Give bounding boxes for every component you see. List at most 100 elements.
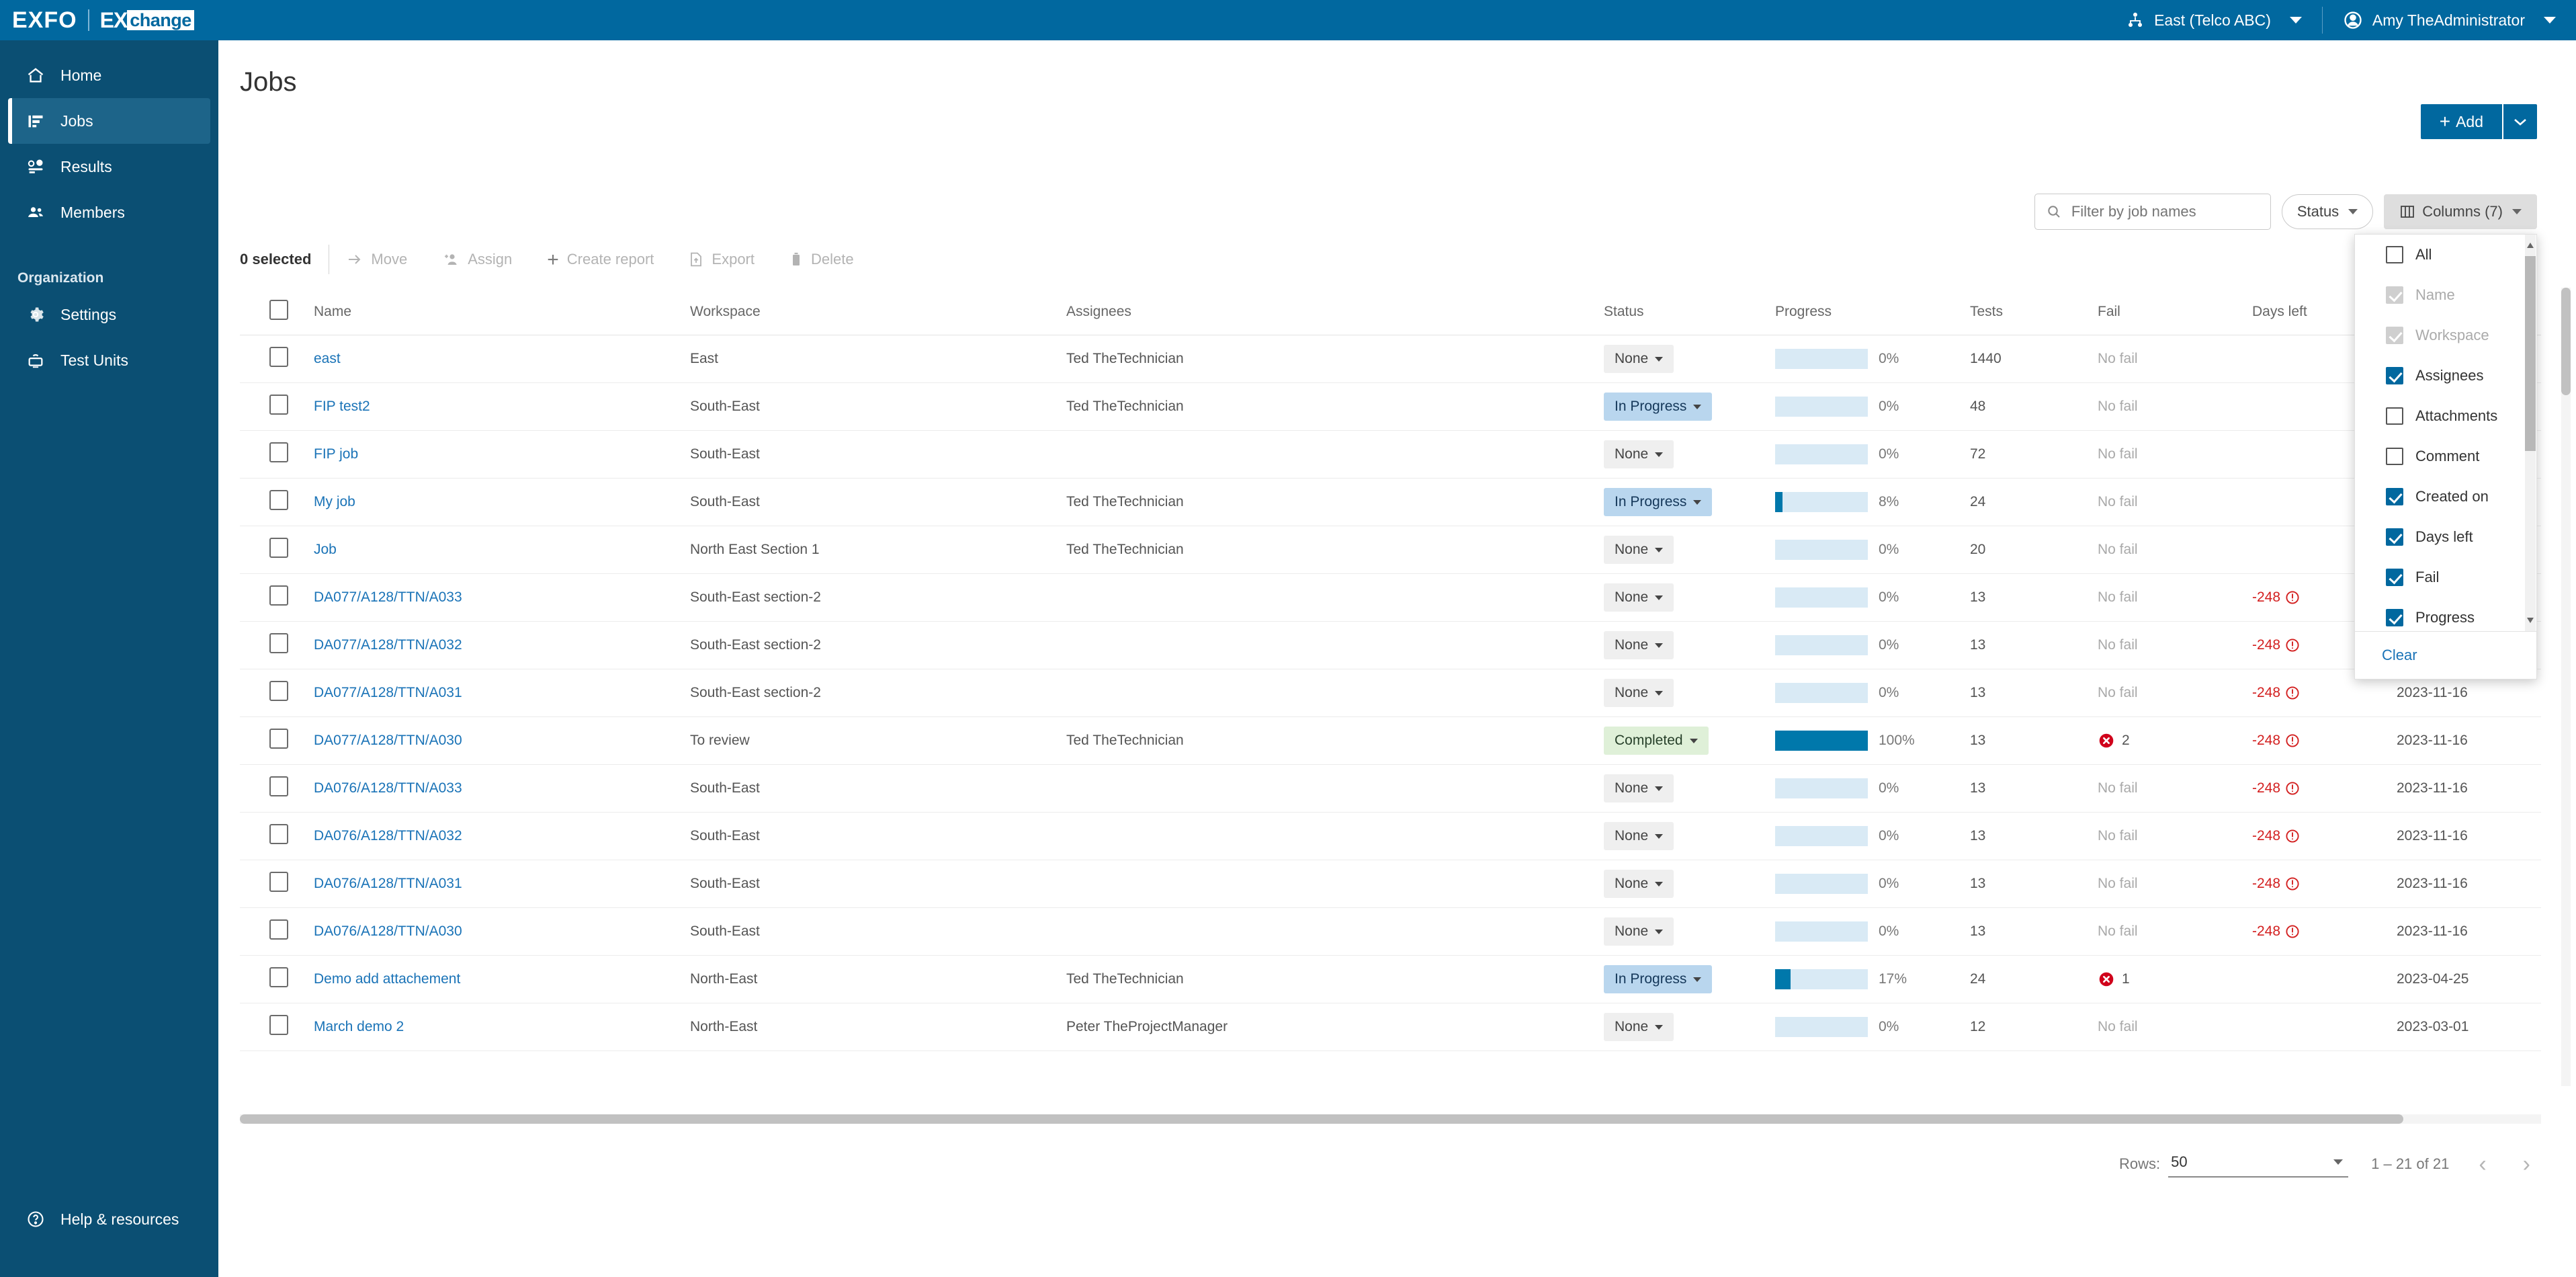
status-chip[interactable]: Completed: [1604, 727, 1709, 755]
columns-menu-item[interactable]: Attachments: [2355, 396, 2536, 436]
status-filter-button[interactable]: Status: [2281, 194, 2374, 229]
row-checkbox[interactable]: [269, 395, 288, 415]
status-chip[interactable]: In Progress: [1604, 393, 1713, 421]
job-name-link[interactable]: DA076/A128/TTN/A032: [314, 828, 462, 843]
status-chip[interactable]: None: [1604, 917, 1674, 946]
header-assignees[interactable]: Assignees: [1066, 289, 1604, 335]
sidebar-item-test-units[interactable]: Test Units: [8, 337, 210, 383]
header-progress[interactable]: Progress: [1775, 289, 1970, 335]
scroll-up-arrow-icon[interactable]: [2527, 243, 2534, 248]
sidebar-item-members[interactable]: Members: [8, 190, 210, 235]
job-name-link[interactable]: DA076/A128/TTN/A033: [314, 780, 462, 796]
status-chip[interactable]: None: [1604, 870, 1674, 898]
table-row[interactable]: DA076/A128/TTN/A033 South-East None 0% 13 No …: [240, 764, 2541, 813]
table-row[interactable]: FIP job South-East None 0% 72 No fail: [240, 430, 2541, 479]
columns-menu-checkbox[interactable]: [2386, 448, 2403, 465]
move-button[interactable]: Move: [329, 251, 425, 268]
job-name-link[interactable]: FIP test2: [314, 399, 370, 414]
table-vertical-scrollbar[interactable]: [2561, 288, 2571, 1086]
brand-logo[interactable]: EXFO EX change: [0, 7, 194, 34]
sidebar-item-results[interactable]: Results: [8, 144, 210, 190]
columns-menu-checkbox[interactable]: [2386, 609, 2403, 626]
job-name-link[interactable]: DA077/A128/TTN/A030: [314, 733, 462, 748]
job-name-link[interactable]: DA077/A128/TTN/A031: [314, 685, 462, 700]
sidebar-item-settings[interactable]: Settings: [8, 292, 210, 337]
row-checkbox[interactable]: [269, 1015, 288, 1035]
rows-per-page-select[interactable]: 50: [2168, 1151, 2349, 1178]
status-chip[interactable]: None: [1604, 822, 1674, 850]
status-chip[interactable]: None: [1604, 345, 1674, 373]
row-checkbox[interactable]: [269, 442, 288, 462]
header-status[interactable]: Status: [1604, 289, 1775, 335]
table-row[interactable]: DA077/A128/TTN/A033 South-East section-2 N…: [240, 573, 2541, 622]
job-name-link[interactable]: east: [314, 351, 341, 366]
columns-menu-item[interactable]: Fail: [2355, 557, 2536, 598]
assign-button[interactable]: Assign: [425, 251, 529, 268]
columns-menu-item[interactable]: Assignees: [2355, 356, 2536, 396]
row-checkbox[interactable]: [269, 585, 288, 606]
select-all-checkbox[interactable]: [269, 300, 288, 320]
next-page-button[interactable]: ›: [2516, 1151, 2537, 1178]
row-checkbox[interactable]: [269, 729, 288, 749]
table-row[interactable]: My job South-East Ted TheTechnician In Prog…: [240, 478, 2541, 526]
row-checkbox[interactable]: [269, 633, 288, 653]
status-chip[interactable]: None: [1604, 440, 1674, 468]
org-switcher[interactable]: East (Telco ABC): [2106, 0, 2322, 40]
table-row[interactable]: Job North East Section 1 Ted TheTechnician…: [240, 526, 2541, 574]
add-button[interactable]: + Add: [2420, 104, 2502, 139]
columns-menu-checkbox[interactable]: [2386, 367, 2403, 384]
columns-menu-item[interactable]: Comment: [2355, 436, 2536, 477]
delete-button[interactable]: Delete: [772, 251, 871, 268]
job-name-link[interactable]: March demo 2: [314, 1019, 404, 1034]
columns-menu-scroll-thumb[interactable]: [2525, 256, 2536, 451]
job-name-link[interactable]: DA077/A128/TTN/A033: [314, 589, 462, 605]
sidebar-item-home[interactable]: Home: [8, 52, 210, 98]
status-chip[interactable]: None: [1604, 1013, 1674, 1041]
table-vertical-scroll-thumb[interactable]: [2561, 288, 2571, 395]
search-box[interactable]: [2034, 194, 2271, 230]
table-row[interactable]: DA077/A128/TTN/A030 To review Ted TheTechn…: [240, 716, 2541, 765]
search-input[interactable]: [2071, 203, 2260, 220]
status-chip[interactable]: None: [1604, 774, 1674, 802]
table-row[interactable]: Demo add attachement North-East Ted TheTec…: [240, 955, 2541, 1003]
job-name-link[interactable]: My job: [314, 494, 355, 509]
columns-menu-item[interactable]: Days left: [2355, 517, 2536, 557]
columns-menu-checkbox[interactable]: [2386, 569, 2403, 586]
status-chip[interactable]: None: [1604, 679, 1674, 707]
row-checkbox[interactable]: [269, 919, 288, 940]
header-workspace[interactable]: Workspace: [690, 289, 1066, 335]
table-horizontal-scrollbar[interactable]: [240, 1114, 2541, 1124]
table-row[interactable]: DA077/A128/TTN/A032 South-East section-2 N…: [240, 621, 2541, 669]
job-name-link[interactable]: DA076/A128/TTN/A031: [314, 876, 462, 891]
status-chip[interactable]: None: [1604, 536, 1674, 564]
table-row[interactable]: east East Ted TheTechnician None 0% 1440 No fa…: [240, 335, 2541, 383]
row-checkbox[interactable]: [269, 967, 288, 987]
table-row[interactable]: DA077/A128/TTN/A031 South-East section-2 N…: [240, 669, 2541, 717]
table-row[interactable]: DA076/A128/TTN/A031 South-East None 0% 13 No …: [240, 860, 2541, 908]
header-tests[interactable]: Tests: [1970, 289, 2098, 335]
table-horizontal-scroll-thumb[interactable]: [240, 1114, 2403, 1124]
status-chip[interactable]: In Progress: [1604, 488, 1713, 516]
row-checkbox[interactable]: [269, 872, 288, 892]
columns-menu-checkbox[interactable]: [2386, 488, 2403, 505]
row-checkbox[interactable]: [269, 538, 288, 558]
row-checkbox[interactable]: [269, 681, 288, 701]
row-checkbox[interactable]: [269, 347, 288, 367]
columns-menu-item[interactable]: Created on: [2355, 477, 2536, 517]
table-row[interactable]: March demo 2 North-East Peter TheProjectMa…: [240, 1003, 2541, 1051]
columns-menu-checkbox[interactable]: [2386, 246, 2403, 263]
columns-clear-link[interactable]: Clear: [2355, 631, 2536, 679]
header-fail[interactable]: Fail: [2098, 289, 2252, 335]
table-row[interactable]: DA076/A128/TTN/A030 South-East None 0% 13 No …: [240, 907, 2541, 956]
job-name-link[interactable]: Job: [314, 542, 337, 557]
columns-menu-checkbox[interactable]: [2386, 528, 2403, 546]
job-name-link[interactable]: DA076/A128/TTN/A030: [314, 923, 462, 939]
table-row[interactable]: DA076/A128/TTN/A032 South-East None 0% 13 No …: [240, 812, 2541, 860]
job-name-link[interactable]: FIP job: [314, 446, 358, 462]
columns-menu-scrollbar[interactable]: [2525, 235, 2536, 631]
sidebar-item-jobs[interactable]: Jobs: [8, 98, 210, 144]
row-checkbox[interactable]: [269, 776, 288, 796]
header-name[interactable]: Name: [314, 289, 690, 335]
row-checkbox[interactable]: [269, 824, 288, 844]
columns-filter-button[interactable]: Columns (7): [2384, 194, 2537, 229]
